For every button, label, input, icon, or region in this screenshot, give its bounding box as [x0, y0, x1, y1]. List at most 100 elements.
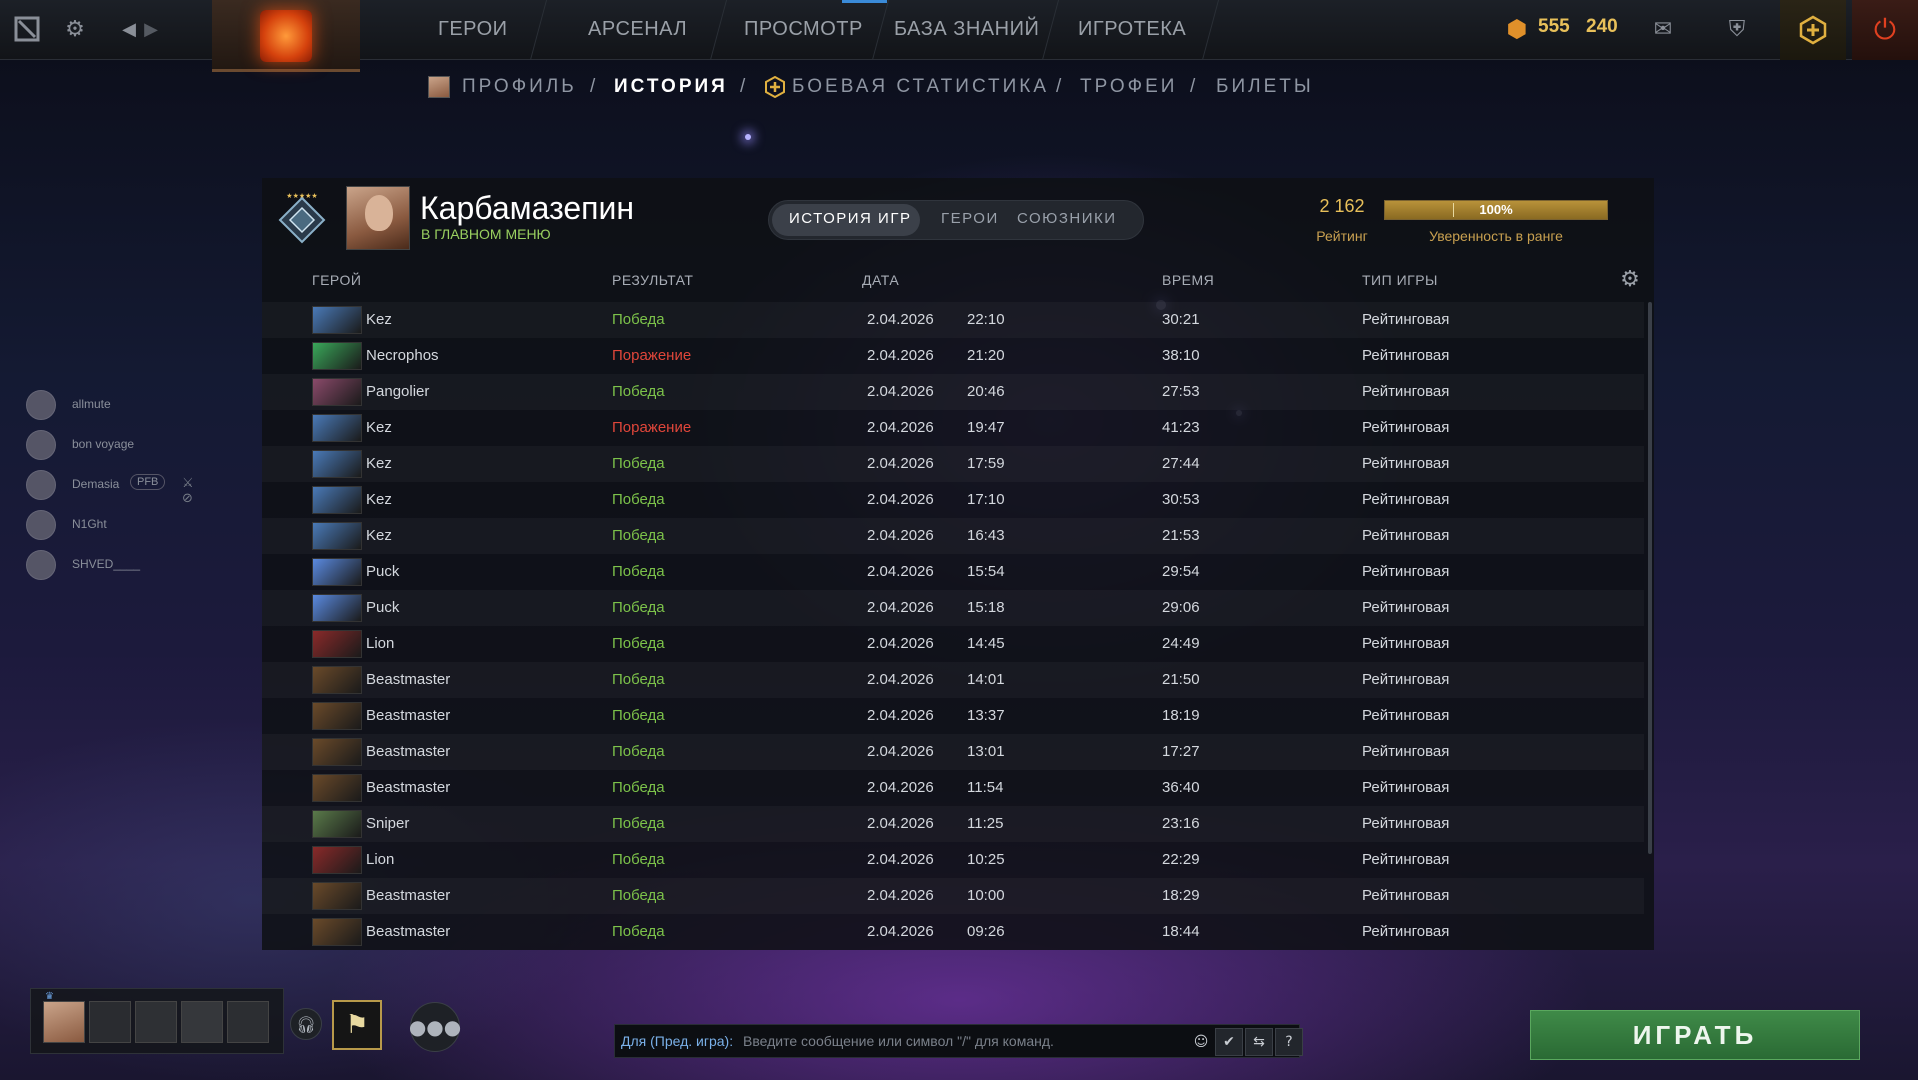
header-hero[interactable]: ГЕРОЙ: [312, 272, 361, 288]
dota-menu-icon[interactable]: [10, 12, 44, 46]
match-result: Победа: [612, 671, 665, 688]
coach-icon: ⚑: [345, 1010, 369, 1040]
table-scrollbar[interactable]: [1648, 302, 1652, 854]
subnav-tickets[interactable]: БИЛЕТЫ: [1216, 76, 1314, 98]
table-row[interactable]: Kez Поражение 2.04.2026 19:47 41:23 Рейтингов…: [262, 410, 1644, 446]
hero-name: Beastmaster: [366, 923, 451, 940]
party-slot-empty[interactable]: [89, 1001, 131, 1043]
top-bar: ⚙ ◀ ▶ ГЕРОИ АРСЕНАЛ ПРОСМОТР БАЗА ЗНАНИЙ…: [0, 0, 1918, 72]
table-row[interactable]: Kez Победа 2.04.2026 16:43 21:53 Рейтинговая: [262, 518, 1644, 554]
match-result: Победа: [612, 779, 665, 796]
chat-wheel-icon[interactable]: ⇆: [1245, 1028, 1273, 1056]
forward-arrow-icon[interactable]: ▶: [134, 12, 168, 46]
tab-allies[interactable]: СОЮЗНИКИ: [1017, 210, 1117, 227]
match-date: 2.04.2026: [867, 743, 934, 760]
power-button[interactable]: ⏻: [1852, 0, 1918, 60]
mail-icon[interactable]: ✉: [1646, 12, 1680, 46]
header-game-type[interactable]: ТИП ИГРЫ: [1362, 272, 1438, 288]
coach-button[interactable]: ⚑: [332, 1000, 382, 1050]
svg-text:★★★★★: ★★★★★: [286, 192, 317, 200]
table-row[interactable]: Pangolier Победа 2.04.2026 20:46 27:53 Рейтин…: [262, 374, 1644, 410]
table-settings-gear-icon[interactable]: ⚙: [1618, 268, 1642, 292]
table-row[interactable]: Beastmaster Победа 2.04.2026 11:54 36:40 Рейт…: [262, 770, 1644, 806]
friend-name: N1Ght: [72, 517, 107, 531]
match-duration: 18:19: [1162, 707, 1200, 724]
match-duration: 38:10: [1162, 347, 1200, 364]
table-row[interactable]: Puck Победа 2.04.2026 15:54 29:54 Рейтинговая: [262, 554, 1644, 590]
subnav-sep: /: [1190, 76, 1199, 97]
table-row[interactable]: Beastmaster Победа 2.04.2026 10:00 18:29 Рейт…: [262, 878, 1644, 914]
hero-name: Kez: [366, 527, 392, 544]
power-icon: ⏻: [1873, 13, 1897, 46]
match-result: Поражение: [612, 347, 692, 364]
armory-shield-icon[interactable]: ⛨: [1720, 12, 1754, 46]
table-row[interactable]: Lion Победа 2.04.2026 10:25 22:29 Рейтинговая: [262, 842, 1644, 878]
tokens-count[interactable]: 240: [1586, 16, 1618, 38]
party-finder-button[interactable]: ●●●: [409, 1002, 461, 1052]
table-row[interactable]: Beastmaster Победа 2.04.2026 14:01 21:50 Рейт…: [262, 662, 1644, 698]
hero-name: Beastmaster: [366, 707, 451, 724]
hero-name: Beastmaster: [366, 779, 451, 796]
background-star: [745, 134, 751, 140]
hero-name: Necrophos: [366, 347, 439, 364]
help-icon[interactable]: ?: [1275, 1028, 1303, 1056]
chat-input[interactable]: [743, 1027, 1213, 1055]
match-start-time: 15:54: [967, 563, 1005, 580]
table-row[interactable]: Lion Победа 2.04.2026 14:45 24:49 Рейтинговая: [262, 626, 1644, 662]
match-date: 2.04.2026: [867, 383, 934, 400]
match-result: Победа: [612, 851, 665, 868]
subnav-battle-stats[interactable]: БОЕВАЯ СТАТИСТИКА: [792, 76, 1049, 98]
party-self-avatar[interactable]: [43, 1001, 85, 1043]
subnav-history[interactable]: ИСТОРИЯ: [614, 76, 728, 98]
header-result[interactable]: РЕЗУЛЬТАТ: [612, 272, 693, 288]
profile-subnav: ПРОФИЛЬ / ИСТОРИЯ / БОЕВАЯ СТАТИСТИКА / …: [0, 75, 1918, 106]
confirm-check-icon[interactable]: ✔: [1215, 1028, 1243, 1056]
table-row[interactable]: Puck Победа 2.04.2026 15:18 29:06 Рейтинговая: [262, 590, 1644, 626]
match-history-panel: ★★★★★ Карбамазепин В ГЛАВНОМ МЕНЮ ИСТОРИ…: [262, 178, 1654, 950]
table-row[interactable]: Kez Победа 2.04.2026 17:59 27:44 Рейтинговая: [262, 446, 1644, 482]
match-start-time: 11:25: [967, 815, 1004, 832]
match-result: Победа: [612, 815, 665, 832]
subnav-profile[interactable]: ПРОФИЛЬ: [462, 76, 577, 98]
header-time[interactable]: ВРЕМЯ: [1162, 272, 1214, 288]
hero-name: Puck: [366, 563, 400, 580]
tab-match-history[interactable]: ИСТОРИЯ ИГР: [789, 210, 911, 227]
nav-arcade[interactable]: ИГРОТЕКА: [1078, 18, 1186, 41]
gear-icon[interactable]: ⚙: [58, 12, 92, 46]
nav-heroes[interactable]: ГЕРОИ: [438, 18, 508, 41]
nav-armory[interactable]: АРСЕНАЛ: [588, 18, 687, 41]
party-slot-empty[interactable]: [181, 1001, 223, 1043]
party-slot-empty[interactable]: [227, 1001, 269, 1043]
match-result: Победа: [612, 383, 665, 400]
match-date: 2.04.2026: [867, 311, 934, 328]
table-row[interactable]: Sniper Победа 2.04.2026 11:25 23:16 Рейтингов…: [262, 806, 1644, 842]
home-tab[interactable]: [212, 0, 360, 72]
dota-plus-button[interactable]: [1780, 0, 1846, 60]
nav-watch[interactable]: ПРОСМОТР: [744, 18, 863, 41]
hero-portrait: [312, 738, 362, 766]
rank-medal-icon[interactable]: ★★★★★: [272, 190, 332, 250]
player-avatar[interactable]: [346, 186, 410, 250]
shards-count[interactable]: 555: [1538, 16, 1570, 38]
match-game-type: Рейтинговая: [1362, 347, 1450, 364]
nav-separator: [1201, 0, 1220, 60]
subnav-trophies[interactable]: ТРОФЕИ: [1080, 76, 1177, 98]
table-row[interactable]: Beastmaster Победа 2.04.2026 09:26 18:44 Рейт…: [262, 914, 1644, 950]
tab-heroes[interactable]: ГЕРОИ: [941, 210, 999, 227]
table-row[interactable]: Necrophos Поражение 2.04.2026 21:20 38:10 Рей…: [262, 338, 1644, 374]
play-button[interactable]: ИГРАТЬ: [1530, 1010, 1860, 1060]
hero-portrait: [312, 342, 362, 370]
table-row[interactable]: Beastmaster Победа 2.04.2026 13:01 17:27 Рейт…: [262, 734, 1644, 770]
match-date: 2.04.2026: [867, 815, 934, 832]
table-row[interactable]: Beastmaster Победа 2.04.2026 13:37 18:19 Рейт…: [262, 698, 1644, 734]
shard-icon: ⬢: [1506, 15, 1528, 43]
table-row[interactable]: Kez Победа 2.04.2026 17:10 30:53 Рейтинговая: [262, 482, 1644, 518]
nav-learn[interactable]: БАЗА ЗНАНИЙ: [894, 18, 1039, 41]
emoticon-icon[interactable]: ☺: [1187, 1028, 1215, 1056]
dota-logo-icon: [260, 10, 312, 62]
voice-headset-button[interactable]: 🎧︎: [290, 1008, 322, 1040]
chat-channel-label[interactable]: Для (Пред. игра):: [621, 1033, 733, 1049]
table-row[interactable]: Kez Победа 2.04.2026 22:10 30:21 Рейтинговая: [262, 302, 1644, 338]
party-slot-empty[interactable]: [135, 1001, 177, 1043]
header-date[interactable]: ДАТА: [862, 272, 899, 288]
